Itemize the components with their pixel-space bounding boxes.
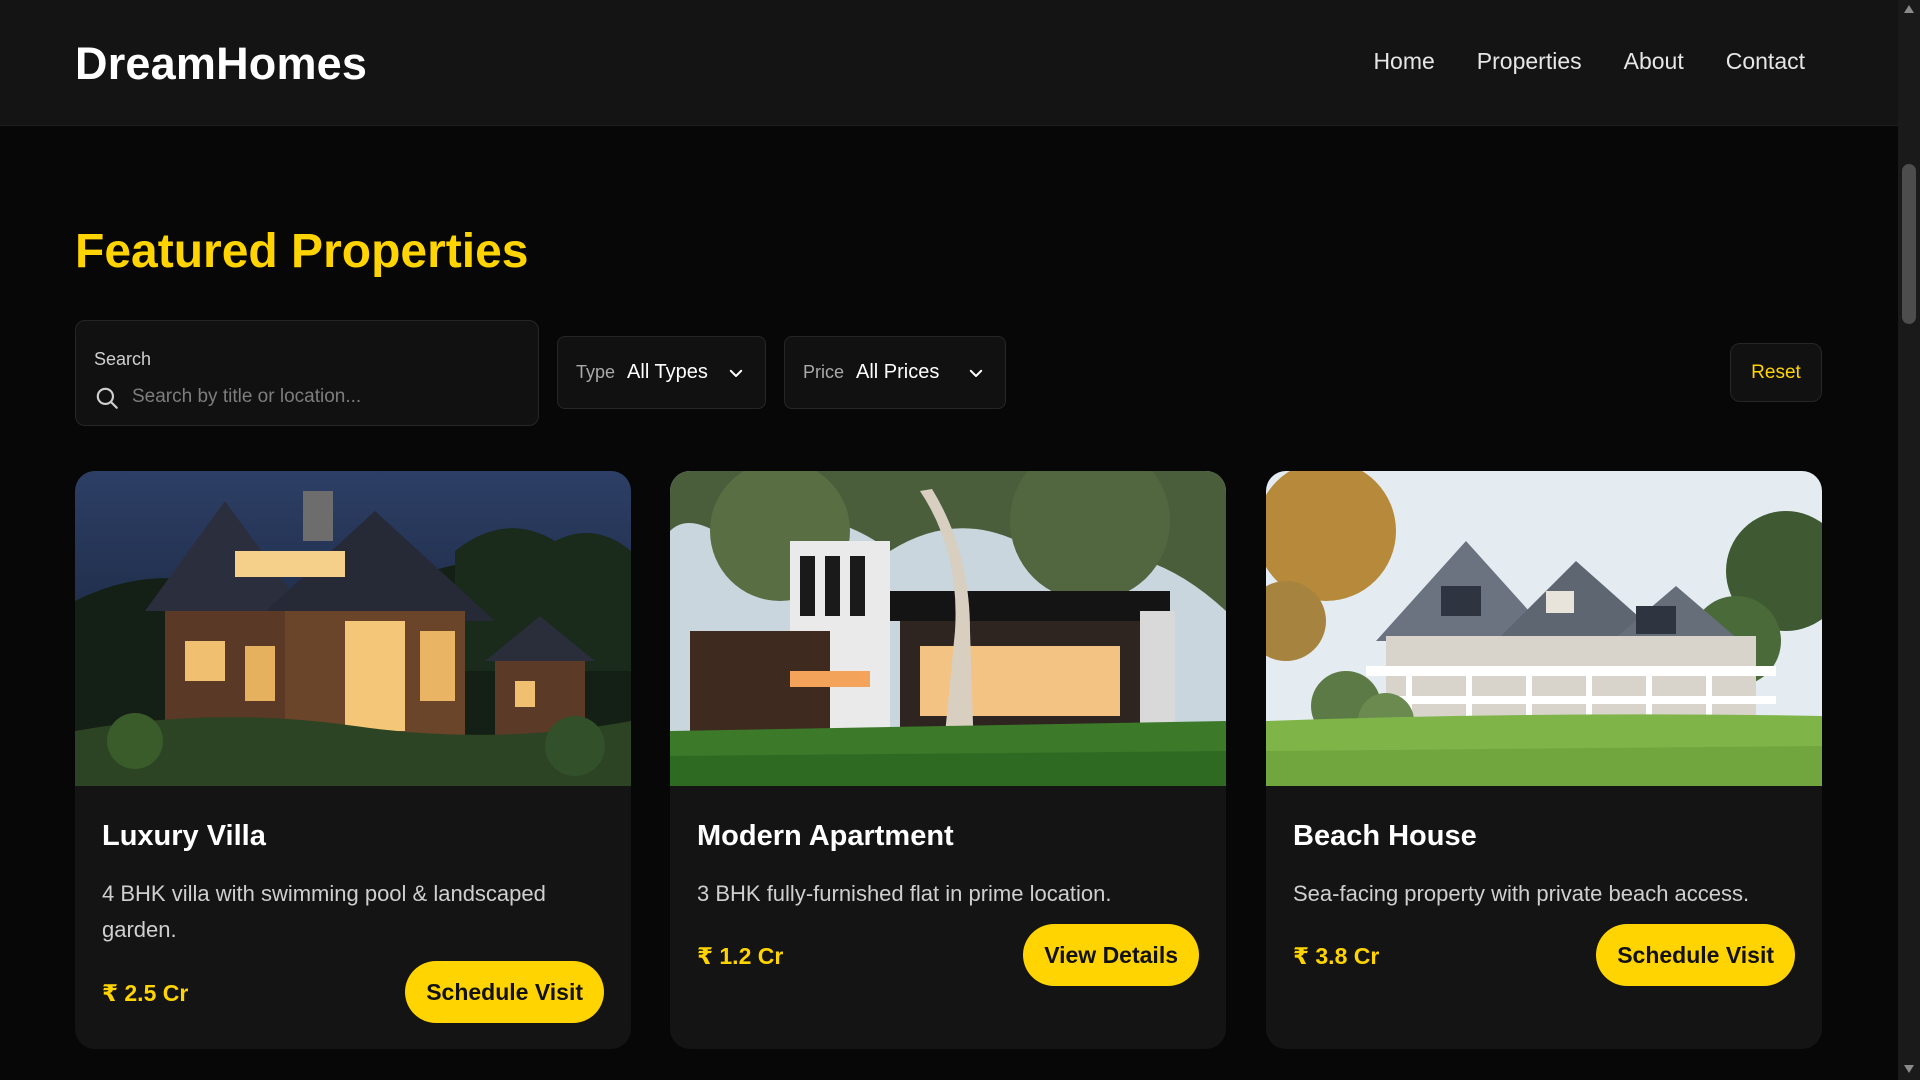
card-description: 4 BHK villa with swimming pool & landsca… xyxy=(102,881,546,942)
nav-properties[interactable]: Properties xyxy=(1477,48,1582,75)
page: DreamHomes Home Properties About Contact… xyxy=(0,0,1920,1080)
search-input[interactable] xyxy=(130,381,520,413)
nav-home[interactable]: Home xyxy=(1373,48,1434,75)
card-price: ₹ 1.2 Cr xyxy=(697,943,784,969)
main-nav: Home Properties About Contact xyxy=(1373,48,1805,75)
price-select-label: Price xyxy=(803,362,845,382)
brand-logo[interactable]: DreamHomes xyxy=(75,38,367,90)
card-description: 3 BHK fully-furnished flat in prime loca… xyxy=(697,881,1112,906)
nav-contact[interactable]: Contact xyxy=(1726,48,1805,75)
apartment-photo[interactable] xyxy=(670,471,1226,786)
card-price: ₹ 3.8 Cr xyxy=(1293,943,1380,969)
beach-house-photo[interactable] xyxy=(1266,471,1822,786)
type-select-label: Type xyxy=(576,362,616,382)
view-details-button[interactable]: View Details xyxy=(1023,924,1199,986)
card-title: Modern Apartment xyxy=(697,820,954,852)
schedule-visit-button[interactable]: Schedule Visit xyxy=(405,961,604,1023)
villa-photo[interactable] xyxy=(75,471,631,786)
search-icon xyxy=(96,387,118,409)
price-select[interactable]: Price All Prices xyxy=(784,336,1006,409)
page-title: Featured Properties xyxy=(75,225,529,278)
property-card[interactable]: Luxury Villa 4 BHK villa with swimming p… xyxy=(75,471,631,1049)
search-label: Search xyxy=(94,349,152,369)
scrollbar-thumb[interactable] xyxy=(1902,164,1916,324)
property-card[interactable]: Modern Apartment 3 BHK fully-furnished f… xyxy=(670,471,1226,1049)
card-title: Beach House xyxy=(1293,820,1477,852)
search-field[interactable]: Search xyxy=(75,320,539,426)
chevron-down-icon xyxy=(729,369,743,377)
property-card[interactable]: Beach House Sea-facing property with pri… xyxy=(1266,471,1822,1049)
price-select-value: All Prices xyxy=(856,361,940,383)
card-price: ₹ 2.5 Cr xyxy=(102,980,189,1006)
reset-button[interactable]: Reset xyxy=(1730,343,1822,402)
schedule-visit-button[interactable]: Schedule Visit xyxy=(1596,924,1795,986)
nav-about[interactable]: About xyxy=(1624,48,1684,75)
type-select[interactable]: Type All Types xyxy=(557,336,766,409)
top-header: DreamHomes Home Properties About Contact xyxy=(0,0,1898,126)
scroll-down-arrow-icon[interactable] xyxy=(1903,1064,1915,1074)
card-description: Sea-facing property with private beach a… xyxy=(1293,881,1750,906)
page-scrollbar[interactable] xyxy=(1898,0,1920,1080)
card-title: Luxury Villa xyxy=(102,820,266,852)
chevron-down-icon xyxy=(969,369,983,377)
type-select-value: All Types xyxy=(627,361,708,383)
scroll-up-arrow-icon[interactable] xyxy=(1903,4,1915,14)
